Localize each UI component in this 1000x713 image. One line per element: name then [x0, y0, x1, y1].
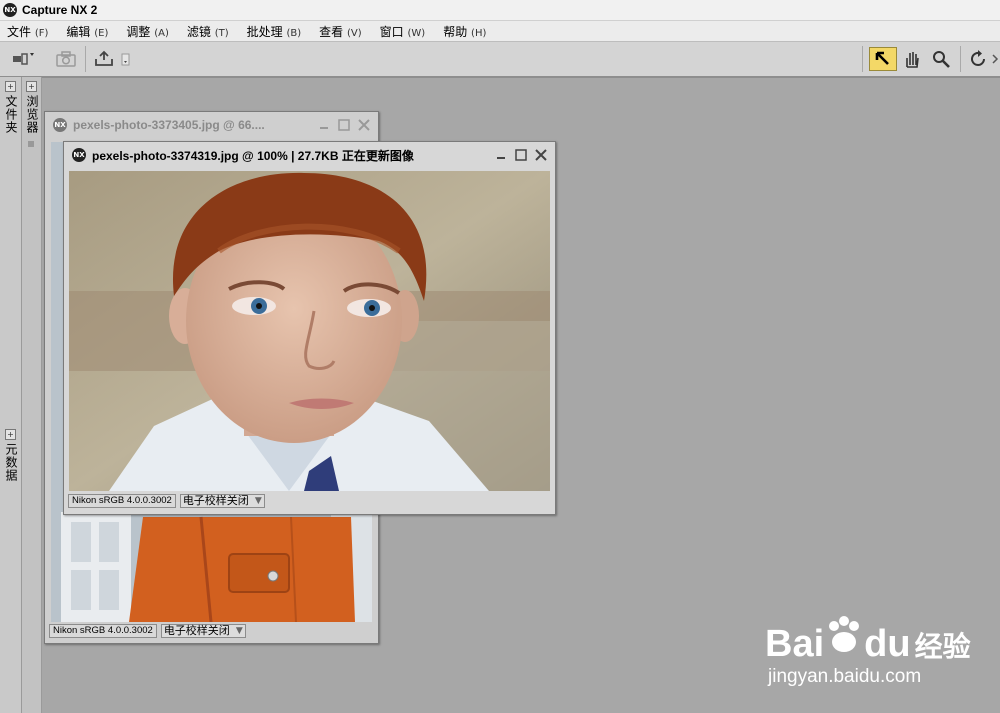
menu-help[interactable]: 帮助 (H): [443, 23, 486, 40]
metadata-tab[interactable]: 元数据: [3, 443, 20, 482]
camera-icon[interactable]: [53, 48, 79, 70]
expand-folders-button[interactable]: +: [5, 81, 16, 92]
hand-icon[interactable]: [899, 48, 925, 70]
app-title-bar: NX Capture NX 2: [0, 0, 1000, 21]
menu-bar: 文件 (F) 编辑 (E) 调整 (A) 滤镜 (T) 批处理 (B) 查看 (…: [0, 21, 1000, 41]
menu-view[interactable]: 查看 (V): [319, 23, 362, 40]
minimize-icon[interactable]: [493, 147, 509, 163]
back-window-status-bar: Nikon sRGB 4.0.0.3002 电子校样关闭 ▼: [49, 624, 374, 638]
color-profile-label: Nikon sRGB 4.0.0.3002: [68, 494, 176, 508]
back-window-title: pexels-photo-3373405.jpg @ 66....: [73, 118, 265, 132]
app-title: Capture NX 2: [22, 3, 98, 17]
browser-grip: [28, 141, 34, 147]
chevron-down-icon: ▼: [235, 626, 243, 636]
print-dropdown-icon[interactable]: [118, 48, 134, 70]
minimize-icon[interactable]: [316, 117, 332, 133]
color-profile-label: Nikon sRGB 4.0.0.3002: [49, 624, 157, 638]
soft-proof-dropdown[interactable]: 电子校样关闭 ▼: [160, 624, 246, 638]
chevron-down-icon: ▼: [254, 496, 262, 506]
close-icon[interactable]: [356, 117, 372, 133]
zoom-icon[interactable]: [928, 48, 954, 70]
front-window-status-bar: Nikon sRGB 4.0.0.3002 电子校样关闭 ▼: [68, 494, 551, 508]
front-photo: [69, 171, 550, 491]
close-icon[interactable]: [533, 147, 549, 163]
watermark-cn: 经验: [914, 630, 971, 663]
folders-tab[interactable]: 文件夹: [3, 95, 20, 134]
expand-metadata-button[interactable]: +: [5, 429, 16, 440]
expand-browser-button[interactable]: +: [26, 81, 37, 92]
toolbar: [0, 41, 1000, 78]
menu-window[interactable]: 窗口 (W): [380, 23, 426, 40]
tool-options-icon[interactable]: [10, 48, 36, 70]
menu-edit[interactable]: 编辑 (E): [66, 23, 108, 40]
nx-logo-icon: NX: [3, 3, 17, 17]
front-window-controls: [493, 147, 549, 163]
menu-batch[interactable]: 批处理 (B): [247, 23, 302, 40]
side-panel-browser: + 浏览器: [22, 77, 42, 713]
watermark-url: jingyan.baidu.com: [768, 666, 922, 687]
maximize-icon[interactable]: [513, 147, 529, 163]
print-icon[interactable]: [91, 48, 117, 70]
browser-tab[interactable]: 浏览器: [24, 95, 41, 134]
side-panel-left: + 文件夹 + 元数据: [0, 77, 22, 713]
watermark-brand: Bai: [765, 623, 825, 665]
soft-proof-dropdown[interactable]: 电子校样关闭 ▼: [179, 494, 265, 508]
maximize-icon[interactable]: [336, 117, 352, 133]
baidu-watermark: Bai du 经验 jingyan.baidu.com: [765, 608, 995, 688]
watermark-brand-2: du: [864, 623, 911, 665]
menu-adjust[interactable]: 调整 (A): [126, 23, 169, 40]
front-window-title: pexels-photo-3374319.jpg @ 100% | 27.7KB…: [92, 148, 414, 163]
menu-filter[interactable]: 滤镜 (T): [187, 23, 229, 40]
direct-select-arrow-icon[interactable]: [869, 47, 897, 71]
paw-icon: [824, 616, 864, 656]
rotate-icon[interactable]: [966, 48, 992, 70]
document-window-front[interactable]: NX pexels-photo-3374319.jpg @ 100% | 27.…: [63, 141, 556, 515]
nx-logo-icon: NX: [53, 118, 67, 132]
nx-logo-icon: NX: [72, 148, 86, 162]
toolbar-more-icon[interactable]: [990, 48, 1000, 70]
front-window-title-bar[interactable]: NX pexels-photo-3374319.jpg @ 100% | 27.…: [64, 142, 555, 168]
back-window-controls: [316, 117, 372, 133]
menu-file[interactable]: 文件 (F): [7, 23, 48, 40]
